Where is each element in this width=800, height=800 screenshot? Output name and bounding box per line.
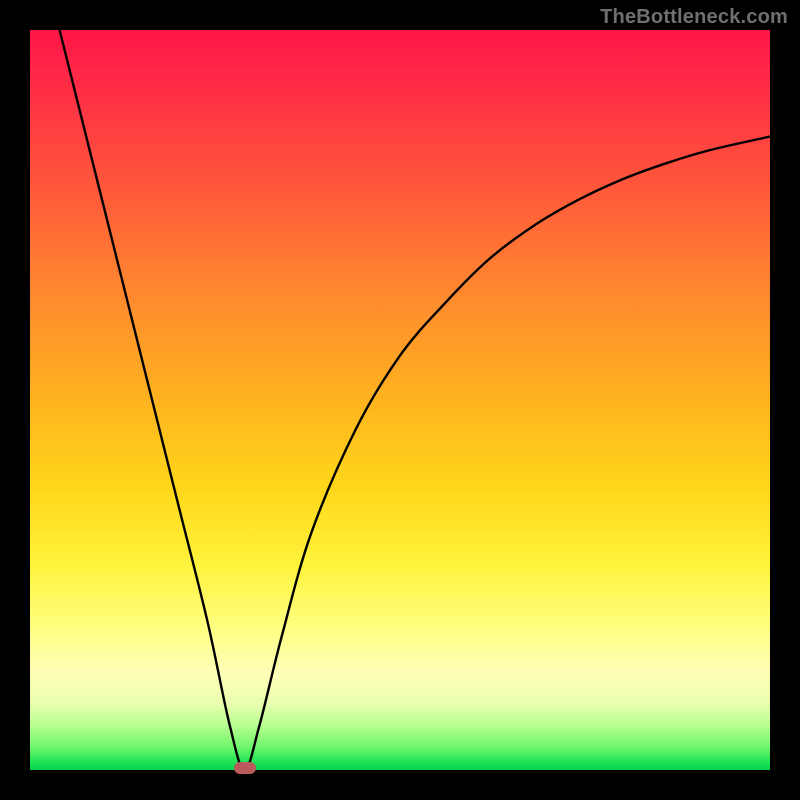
plot-area (30, 30, 770, 770)
chart-frame: TheBottleneck.com (0, 0, 800, 800)
bottleneck-curve (30, 30, 770, 770)
minimum-marker (234, 762, 256, 774)
watermark-text: TheBottleneck.com (600, 6, 788, 29)
